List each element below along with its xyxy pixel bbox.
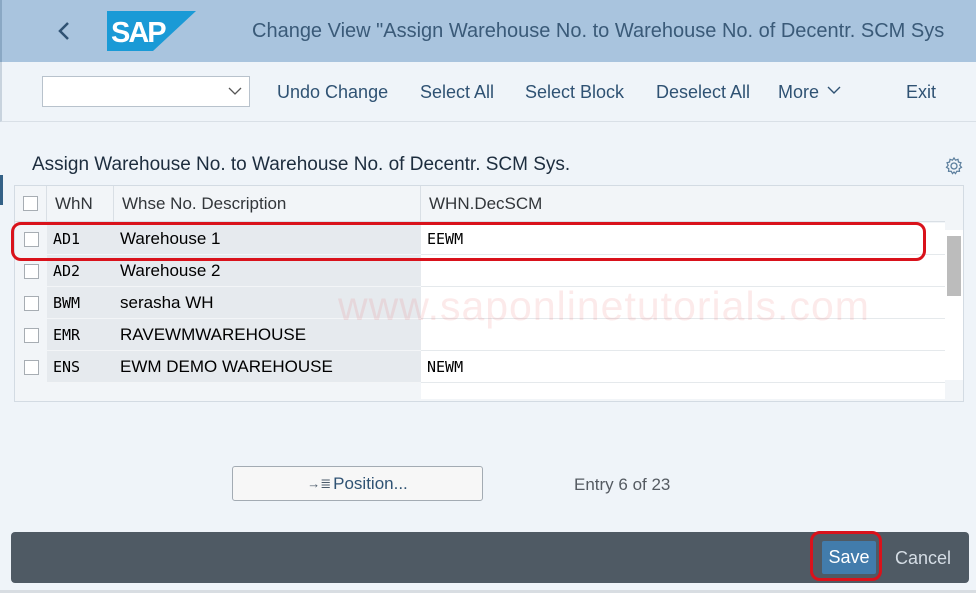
description-cell: Warehouse 2 (114, 255, 421, 287)
select-all-button[interactable]: Select All (420, 82, 494, 103)
row-checkbox[interactable] (23, 327, 39, 343)
table-empty-row (421, 383, 945, 399)
more-button[interactable]: More (778, 82, 841, 103)
save-button[interactable]: Save (822, 541, 876, 574)
table-header: WhN Whse No. Description WHN.DecSCM (15, 186, 945, 222)
sap-logo: SAP (107, 11, 196, 51)
row-checkbox[interactable] (23, 231, 39, 247)
column-header-whn[interactable]: WhN (47, 186, 114, 222)
whn-cell: AD2 (47, 255, 114, 287)
description-cell: EWM DEMO WAREHOUSE (114, 351, 421, 383)
table-row[interactable]: ENS EWM DEMO WAREHOUSE NEWM (15, 351, 945, 383)
whn-cell: BWM (47, 287, 114, 319)
select-all-cell (15, 186, 47, 222)
select-all-checkbox[interactable] (23, 196, 38, 211)
row-select-cell (15, 351, 47, 383)
chevron-down-icon (827, 86, 841, 94)
position-button[interactable]: →≣ Position... (232, 466, 483, 501)
row-select-cell (15, 223, 47, 255)
undo-change-button[interactable]: Undo Change (277, 82, 388, 103)
section-title: Assign Warehouse No. to Warehouse No. of… (32, 154, 571, 175)
gear-icon (945, 156, 963, 175)
decscm-input[interactable]: NEWM (421, 351, 945, 383)
column-header-decscm[interactable]: WHN.DecSCM (421, 186, 945, 222)
toolbar: Undo Change Select All Select Block Dese… (0, 62, 976, 122)
column-header-description[interactable]: Whse No. Description (114, 186, 421, 222)
select-block-button[interactable]: Select Block (525, 82, 624, 103)
table-row[interactable]: AD2 Warehouse 2 (15, 255, 945, 287)
decscm-input[interactable]: EEWM (421, 223, 945, 255)
back-button[interactable] (52, 15, 78, 47)
row-select-cell (15, 287, 47, 319)
command-dropdown[interactable] (42, 76, 250, 107)
table-settings-button[interactable] (944, 156, 964, 176)
table-row[interactable]: BWM serasha WH (15, 287, 945, 319)
decscm-input[interactable] (421, 287, 945, 319)
exit-button[interactable]: Exit (906, 82, 936, 103)
table-row[interactable]: EMR RAVEWMWAREHOUSE (15, 319, 945, 351)
whn-cell: AD1 (47, 223, 114, 255)
position-label: Position... (333, 473, 408, 493)
cancel-button[interactable]: Cancel (895, 548, 951, 569)
row-select-cell (15, 319, 47, 351)
svg-text:SAP: SAP (111, 17, 166, 49)
row-select-cell (15, 255, 47, 287)
page-title: Change View "Assign Warehouse No. to War… (252, 20, 945, 42)
decscm-input[interactable] (421, 255, 945, 287)
entry-info: Entry 6 of 23 (574, 475, 671, 494)
scrollbar-thumb[interactable] (947, 236, 961, 296)
description-cell: serasha WH (114, 287, 421, 319)
chevron-down-icon (228, 87, 242, 95)
decscm-input[interactable] (421, 319, 945, 351)
data-table: WhN Whse No. Description WHN.DecSCM AD1 … (14, 185, 964, 402)
deselect-all-button[interactable]: Deselect All (656, 82, 750, 103)
left-edge-marker (0, 175, 3, 205)
more-label: More (778, 82, 820, 102)
row-checkbox[interactable] (23, 263, 39, 279)
shell-header: SAP Change View "Assign Warehouse No. to… (0, 0, 976, 62)
position-icon: →≣ (307, 475, 332, 491)
row-checkbox[interactable] (23, 359, 39, 375)
whn-cell: EMR (47, 319, 114, 351)
description-cell: RAVEWMWAREHOUSE (114, 319, 421, 351)
description-cell: Warehouse 1 (114, 223, 421, 255)
whn-cell: ENS (47, 351, 114, 383)
table-row[interactable]: AD1 Warehouse 1 EEWM (15, 223, 945, 255)
chevron-left-icon (58, 22, 69, 40)
row-checkbox[interactable] (23, 295, 39, 311)
